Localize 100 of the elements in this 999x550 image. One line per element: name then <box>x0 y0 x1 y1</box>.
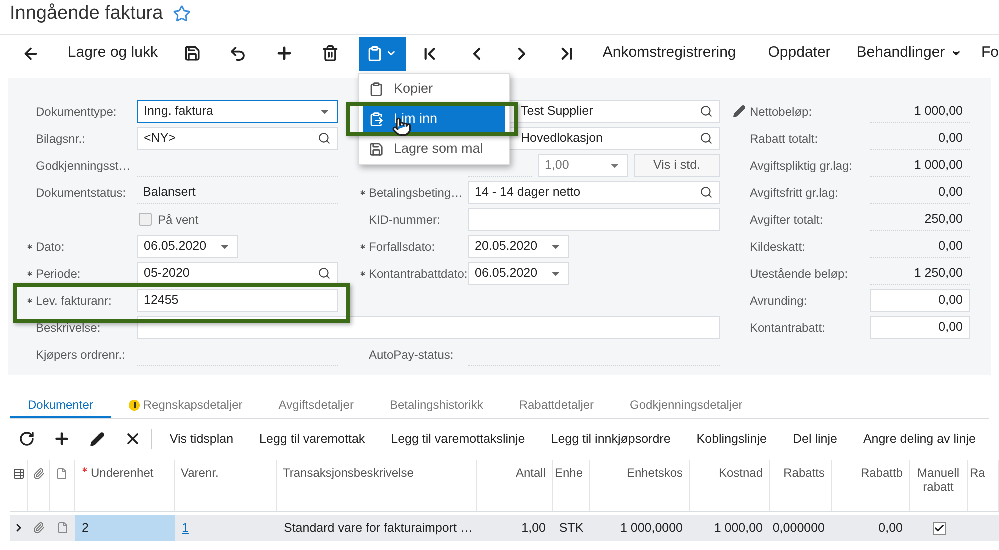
table-row[interactable]: 2 1 Standard vare for fakturaimport … 1,00 STK 1 000,0000 1 000,00 0,000000 0,00 <box>10 515 999 541</box>
note-icon[interactable] <box>56 522 68 534</box>
column-header[interactable]: Varenr. <box>181 466 219 480</box>
field-label: Dokumenttype: <box>36 104 117 120</box>
grid-action-button[interactable]: Angre deling av linje <box>850 425 990 453</box>
total-label: Avgiftsfritt gr.lag: <box>750 186 838 200</box>
pencil-icon <box>90 432 105 446</box>
tab[interactable]: Dokumenter <box>10 394 112 418</box>
total-label: Utestående beløp: <box>750 266 848 280</box>
total-value: 1 250,00 <box>914 264 963 282</box>
column-header[interactable]: Enhe <box>555 466 584 480</box>
column-header[interactable]: Rabattb <box>860 466 903 480</box>
search-field[interactable]: <NY> <box>137 127 338 150</box>
input-field[interactable]: 12455 <box>137 289 338 312</box>
field-label: Dato: <box>36 238 65 256</box>
field-label: Lev. fakturanr: <box>36 292 112 310</box>
total-label: Nettobeløp: <box>750 104 812 118</box>
attachment-icon[interactable] <box>33 522 45 534</box>
tab[interactable]: Avgiftsdetaljer <box>260 394 372 418</box>
date-field[interactable]: 20.05.2020 <box>468 235 569 258</box>
field-value: Balansert <box>143 184 196 201</box>
search-field[interactable]: 05-2020 <box>137 262 338 285</box>
check-icon <box>934 522 944 534</box>
attachment-icon <box>32 468 44 480</box>
column-header[interactable]: Rabatts <box>784 466 825 480</box>
total-label: Avgifter totalt: <box>750 212 824 226</box>
tab[interactable]: Betalingshistorikk <box>372 394 502 418</box>
input-field[interactable] <box>137 316 720 339</box>
columns-icon[interactable] <box>12 468 24 480</box>
trash-icon <box>322 45 340 62</box>
amount-field[interactable]: 0,00 <box>870 316 970 339</box>
show-in-standard-button[interactable]: Vis i std. <box>634 154 720 177</box>
search-icon <box>700 132 713 145</box>
toolbar-action-button[interactable]: Ankomstregistrering <box>590 36 750 70</box>
actions-menu-button[interactable]: Behandlinger <box>850 36 970 70</box>
column-header[interactable]: Antall <box>516 466 546 480</box>
clipboard-icon <box>367 46 384 62</box>
total-label: Avgiftspliktig gr.lag: <box>750 158 852 172</box>
column-header[interactable]: Enhetskos <box>626 466 683 480</box>
search-icon <box>318 267 331 280</box>
tab[interactable]: Rabattdetaljer <box>501 394 612 418</box>
toolbar-action-button[interactable]: Oppdater <box>750 36 850 70</box>
menu-item[interactable]: Kopier <box>363 76 505 102</box>
item-link[interactable]: 1 <box>182 518 189 538</box>
save-close-button[interactable]: Lagre og lukk <box>54 36 172 70</box>
column-header[interactable]: Underenhet <box>91 466 154 480</box>
total-value: 1 000,00 <box>914 156 963 174</box>
grid-action-button[interactable]: Legg til varemottakslinje <box>378 425 538 453</box>
grid-action-button[interactable]: Legg til innkjøpsordre <box>538 425 684 453</box>
table-cell-text: 2 <box>82 520 89 537</box>
field-label: KID-nummer: <box>369 212 440 228</box>
total-value: 0,00 <box>938 238 963 255</box>
field-label: Bilagsnr.: <box>36 130 86 148</box>
total-label: Kildeskatt: <box>750 240 806 254</box>
search-icon <box>700 186 713 199</box>
date-field[interactable]: 06.05.2020 <box>137 235 238 258</box>
plus-icon <box>52 430 70 448</box>
tab[interactable]: Godkjenningsdetaljer <box>612 394 761 418</box>
checkbox-label: På vent <box>158 212 199 228</box>
column-header[interactable]: Transaksjonsbeskrivelse <box>283 466 414 480</box>
field-label: Forfallsdato: <box>369 238 436 256</box>
field-label: AutoPay-status: <box>369 346 454 364</box>
total-value: 250,00 <box>924 210 963 228</box>
tab[interactable]: Regnskapsdetaljer <box>111 394 261 418</box>
warning-icon <box>129 400 140 410</box>
search-field[interactable]: 14 - 14 dager netto <box>468 181 720 204</box>
table-cell-text: Standard vare for fakturaimport … <box>284 520 473 537</box>
total-value: 0,00 <box>938 184 963 201</box>
note-icon <box>56 468 68 480</box>
checkbox[interactable] <box>139 213 152 226</box>
column-header[interactable]: Manuell rabatt <box>916 466 961 494</box>
save-icon <box>184 45 202 62</box>
clipboard-icon <box>369 82 384 96</box>
grid-action-button[interactable]: Koblingslinje <box>684 425 780 453</box>
save-icon <box>369 142 384 156</box>
undo-icon <box>228 44 247 62</box>
amount-field[interactable]: 0,00 <box>870 289 970 312</box>
total-value: 1 000,00 <box>914 102 963 120</box>
grid-action-button[interactable]: Vis tidsplan <box>156 425 247 453</box>
date-field[interactable]: 06.05.2020 <box>468 262 569 285</box>
grid-action-button[interactable]: Legg til varemottak <box>246 425 378 453</box>
table-cell-text: STK <box>559 520 584 537</box>
checkbox[interactable] <box>932 522 946 534</box>
grid-action-button[interactable]: Del linje <box>780 425 850 453</box>
select-field[interactable]: Inng. faktura <box>137 100 338 123</box>
column-header[interactable]: Ra <box>970 466 986 480</box>
search-icon <box>700 105 713 118</box>
select-field[interactable]: 1,00 <box>538 154 628 177</box>
column-header[interactable]: Kostnad <box>718 466 763 480</box>
total-label: Kontantrabatt: <box>750 320 826 334</box>
field-label: Kontantrabattdato: <box>369 266 468 282</box>
edit-icon[interactable] <box>733 105 746 118</box>
toolbar-action-button[interactable]: Fo <box>969 36 999 70</box>
total-label: Rabatt totalt: <box>750 132 818 146</box>
favorite-star-icon[interactable] <box>173 5 192 23</box>
table-cell-text: 1 000,0000 <box>620 520 683 537</box>
input-field[interactable] <box>468 208 720 231</box>
page-title: Inngående faktura <box>10 2 164 26</box>
clipboard-button[interactable] <box>358 36 406 70</box>
field-label: Periode: <box>36 266 81 282</box>
